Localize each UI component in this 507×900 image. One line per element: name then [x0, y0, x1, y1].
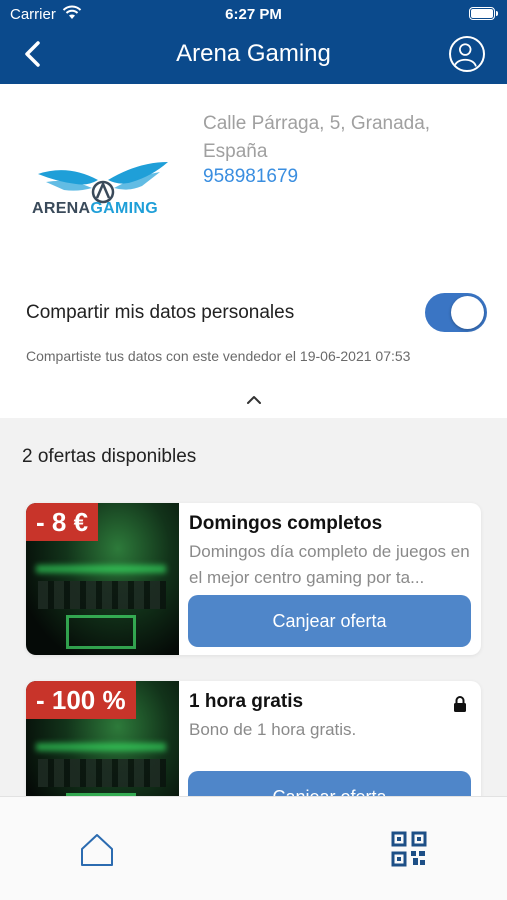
seller-card: ARENAGAMING Calle Párraga, 5, Granada, E… [0, 84, 507, 418]
share-data-toggle[interactable] [425, 293, 487, 332]
discount-badge: - 8 € [26, 503, 99, 541]
logo-wordmark: ARENAGAMING [32, 200, 158, 217]
redeem-offer-button[interactable]: Canjear oferta [188, 595, 471, 647]
seller-address: Calle Párraga, 5, Granada, España [203, 113, 431, 162]
chevron-up-icon[interactable] [243, 393, 265, 407]
offers-count: 2 ofertas disponibles [22, 446, 197, 467]
offer-title: Domingos completos [189, 513, 383, 534]
profile-button[interactable] [449, 36, 485, 72]
share-data-note: Compartiste tus datos con este vendedor … [26, 348, 411, 364]
qr-code-icon[interactable] [391, 831, 427, 867]
status-bar: Carrier 6:27 PM [0, 0, 507, 28]
seller-phone-link[interactable]: 958981679 [203, 166, 298, 188]
navigation-bar: Carrier 6:27 PM Arena Gaming [0, 0, 507, 84]
toggle-knob [451, 296, 484, 329]
status-time: 6:27 PM [225, 6, 282, 23]
home-icon[interactable] [78, 831, 116, 869]
battery-icon [469, 7, 498, 20]
offer-title: 1 hora gratis [189, 691, 304, 712]
offer-description: Bono de 1 hora gratis. [189, 720, 357, 739]
lock-icon [454, 696, 466, 712]
offer-description: Domingos día completo de juegos en el me… [189, 542, 470, 587]
page-title: Arena Gaming [176, 40, 331, 67]
offer-card[interactable]: - 8 € Domingos completos Domingos día co… [26, 503, 481, 655]
discount-badge: - 100 % [26, 681, 136, 719]
tab-bar [0, 796, 507, 900]
share-data-label: Compartir mis datos personales [26, 302, 295, 323]
user-icon [453, 43, 477, 67]
